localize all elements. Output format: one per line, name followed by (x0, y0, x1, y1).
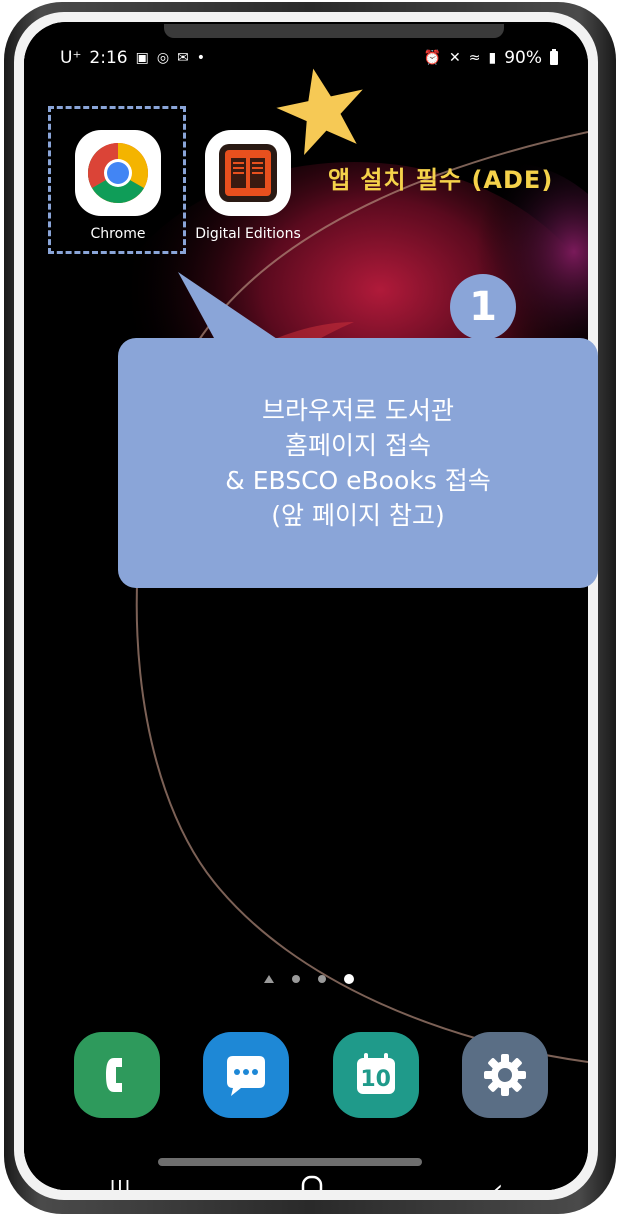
instruction-callout: 브라우저로 도서관 홈페이지 접속 & EBSCO eBooks 접속 (앞 페… (118, 338, 598, 588)
callout-line: 홈페이지 접속 (285, 431, 431, 460)
callout-line: 브라우저로 도서관 (262, 396, 454, 425)
callout-line: (앞 페이지 참고) (271, 501, 445, 530)
callout-line: & EBSCO eBooks 접속 (225, 466, 491, 495)
home-screen: U⁺ 2:16 ▣ ◎ ✉ • ⏰ ✕ ≈ ▮ 90% Chrome Digit… (24, 22, 588, 1190)
home-indicator (158, 1158, 422, 1166)
